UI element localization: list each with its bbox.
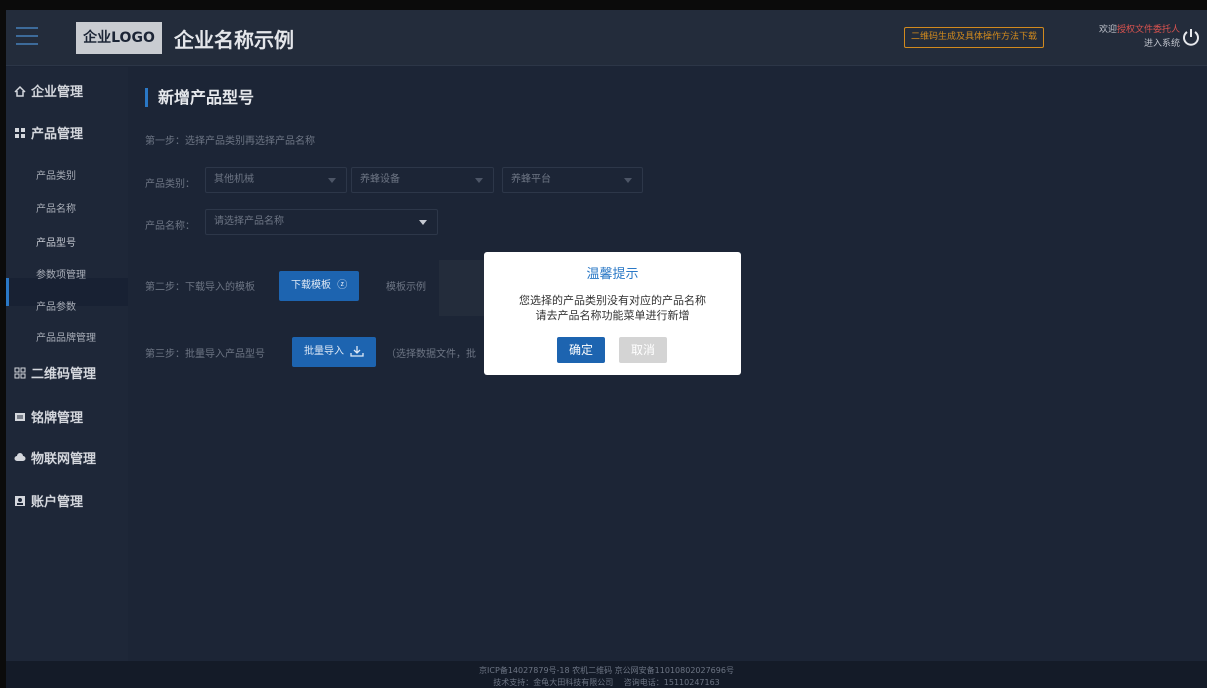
chevron-down-icon [419, 220, 427, 225]
category-label: 产品类别： [145, 179, 195, 190]
category-select-2-value: 养蜂设备 [360, 174, 400, 185]
download-template-label: 下载模板 [291, 280, 331, 291]
chevron-down-icon [328, 178, 336, 183]
dialog-message: 您选择的产品类别没有对应的产品名称 请去产品名称功能菜单进行新增 [484, 293, 741, 323]
sidebar-item-account[interactable]: 账户管理 [14, 491, 83, 510]
sidebar-item-product-category[interactable]: 产品类别 [36, 167, 76, 182]
product-name-placeholder: 请选择产品名称 [214, 216, 284, 227]
company-logo: 企业LOGO [76, 22, 162, 54]
dialog-message-line1: 您选择的产品类别没有对应的产品名称 [519, 294, 706, 307]
template-sample-label: 模板示例 [386, 282, 426, 293]
sidebar-label-account: 账户管理 [31, 495, 84, 510]
power-icon[interactable] [1181, 27, 1201, 47]
category-select-3-value: 养蜂平台 [511, 174, 551, 185]
category-select-1-value: 其他机械 [214, 174, 254, 185]
batch-import-button[interactable]: 批量导入 [292, 337, 377, 367]
step2-text: 第二步：下载导入的模板 [145, 282, 255, 293]
sidebar-item-brand[interactable]: 产品品牌管理 [36, 329, 96, 344]
page-title: 新增产品型号 [145, 88, 254, 107]
sidebar-item-product-params[interactable]: 产品参数 [36, 298, 76, 313]
sidebar-label-qrcode: 二维码管理 [31, 367, 97, 382]
category-select-2[interactable]: 养蜂设备 [351, 167, 494, 193]
welcome-prefix: 欢迎 [1098, 25, 1117, 35]
chevron-down-icon [624, 178, 632, 183]
category-select-1[interactable]: 其他机械 [205, 167, 347, 193]
menu-toggle-icon[interactable] [16, 27, 38, 47]
company-name: 企业名称示例 [174, 28, 294, 52]
user-name[interactable]: 授权文件委托人 [1117, 25, 1180, 35]
sidebar-item-enterprise[interactable]: 企业管理 [14, 81, 83, 100]
cloud-icon [14, 452, 26, 461]
sidebar-item-iot[interactable]: 物联网管理 [14, 448, 96, 467]
top-header: 企业LOGO 企业名称示例 二维码生成及具体操作方法下载 欢迎授权文件委托人 进… [6, 10, 1207, 66]
nameplate-icon [15, 412, 25, 421]
import-hint: （选择数据文件，批 [386, 349, 476, 360]
qrcode-icon [14, 367, 26, 378]
dialog-cancel-button[interactable]: 取消 [619, 337, 667, 363]
step1-text: 第一步：选择产品类别再选择产品名称 [145, 136, 315, 147]
step3-text: 第三步：批量导入产品型号 [145, 349, 265, 360]
dialog-title: 温馨提示 [586, 267, 639, 282]
sidebar-label-iot: 物联网管理 [31, 452, 97, 467]
sidebar-item-nameplate[interactable]: 铭牌管理 [14, 407, 83, 426]
warning-dialog: 温馨提示 您选择的产品类别没有对应的产品名称 请去产品名称功能菜单进行新增 确定… [484, 252, 741, 375]
sidebar-label-product: 产品管理 [31, 127, 84, 142]
sidebar-label-nameplate: 铭牌管理 [31, 411, 84, 426]
sidebar-item-product[interactable]: 产品管理 [14, 123, 83, 142]
dialog-message-line2: 请去产品名称功能菜单进行新增 [535, 309, 690, 322]
footer-support: 技术支持：金龟大田科技有限公司 咨询电话：15110247163 [493, 678, 720, 687]
download-template-button[interactable]: 下载模板 ⓩ [279, 271, 360, 301]
batch-import-label: 批量导入 [304, 346, 344, 357]
sidebar-item-qrcode[interactable]: 二维码管理 [14, 363, 96, 382]
name-label: 产品名称： [145, 221, 195, 232]
sidebar-item-product-model[interactable]: 产品型号 [36, 234, 76, 249]
category-select-3[interactable]: 养蜂平台 [502, 167, 643, 193]
grid-icon [15, 127, 25, 138]
upload-icon [350, 346, 364, 357]
sidebar: 企业管理 产品管理 产品类别 产品名称 产品型号 参数项管理 产品参数 产品品牌… [6, 67, 128, 688]
sidebar-item-product-name[interactable]: 产品名称 [36, 200, 76, 215]
account-icon [15, 495, 25, 506]
download-circle-icon: ⓩ [337, 280, 348, 291]
footer-icp: 京ICP备14027879号-18 农机二维码 京公网安备11010802027… [479, 666, 734, 675]
product-name-select[interactable]: 请选择产品名称 [205, 209, 438, 235]
footer: 京ICP备14027879号-18 农机二维码 京公网安备11010802027… [6, 661, 1207, 688]
dialog-ok-button[interactable]: 确定 [557, 337, 605, 363]
sidebar-label-enterprise: 企业管理 [31, 85, 84, 100]
enter-system-link[interactable]: 进入系统 [1077, 37, 1180, 51]
home-icon [14, 85, 26, 97]
qr-guide-download-link[interactable]: 二维码生成及具体操作方法下载 [904, 27, 1045, 48]
app-window: 企业LOGO 企业名称示例 二维码生成及具体操作方法下载 欢迎授权文件委托人 进… [6, 10, 1207, 688]
chevron-down-icon [475, 178, 483, 183]
sidebar-item-param-items[interactable]: 参数项管理 [36, 266, 86, 281]
welcome-box: 欢迎授权文件委托人 进入系统 [1077, 23, 1180, 51]
